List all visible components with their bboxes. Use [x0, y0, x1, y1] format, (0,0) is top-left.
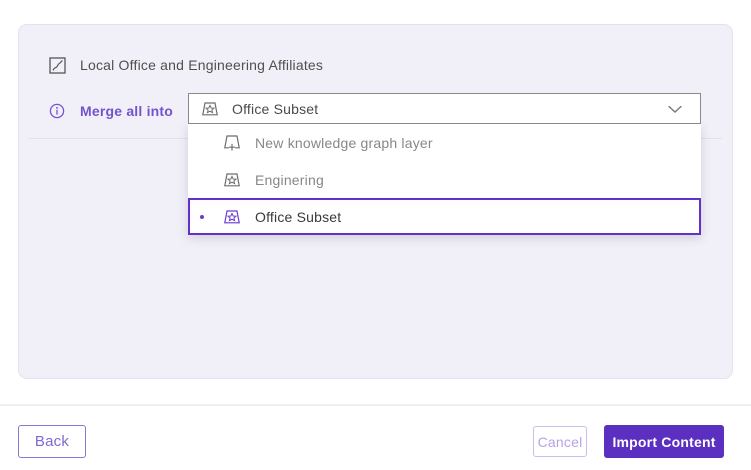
- dropdown-option-label: New knowledge graph layer: [255, 135, 433, 151]
- link-chart-icon: [48, 56, 66, 74]
- source-item-label: Local Office and Engineering Affiliates: [80, 57, 323, 73]
- footer-divider: [0, 404, 751, 406]
- cancel-button[interactable]: Cancel: [533, 426, 587, 457]
- knowledge-graph-layer-icon: [223, 171, 241, 189]
- back-button[interactable]: Back: [18, 425, 86, 458]
- dropdown-option-new-knowledge-graph-layer[interactable]: New knowledge graph layer: [188, 124, 701, 161]
- merge-all-into-row: Merge all into: [48, 96, 173, 126]
- chevron-down-icon: [668, 105, 682, 114]
- import-content-dialog: Local Office and Engineering Affiliates …: [0, 0, 751, 470]
- merge-settings-panel: Local Office and Engineering Affiliates …: [18, 24, 733, 379]
- source-item-row: Local Office and Engineering Affiliates: [48, 50, 323, 80]
- dropdown-option-enginering[interactable]: Enginering: [188, 161, 701, 198]
- knowledge-graph-layer-icon: [223, 208, 241, 226]
- dropdown-option-label: Enginering: [255, 172, 324, 188]
- merge-all-into-label: Merge all into: [80, 103, 173, 119]
- merge-target-dropdown-menu: New knowledge graph layer Enginering: [188, 124, 701, 235]
- info-icon[interactable]: [48, 102, 66, 120]
- import-content-button[interactable]: Import Content: [604, 425, 724, 458]
- dropdown-option-office-subset[interactable]: Office Subset: [188, 198, 701, 235]
- merge-target-select[interactable]: Office Subset: [188, 93, 701, 124]
- knowledge-graph-layer-icon: [201, 100, 219, 118]
- new-knowledge-graph-layer-icon: [223, 134, 241, 152]
- dropdown-option-label: Office Subset: [255, 209, 341, 225]
- merge-target-select-value: Office Subset: [232, 101, 318, 117]
- selected-bullet-icon: [200, 215, 204, 219]
